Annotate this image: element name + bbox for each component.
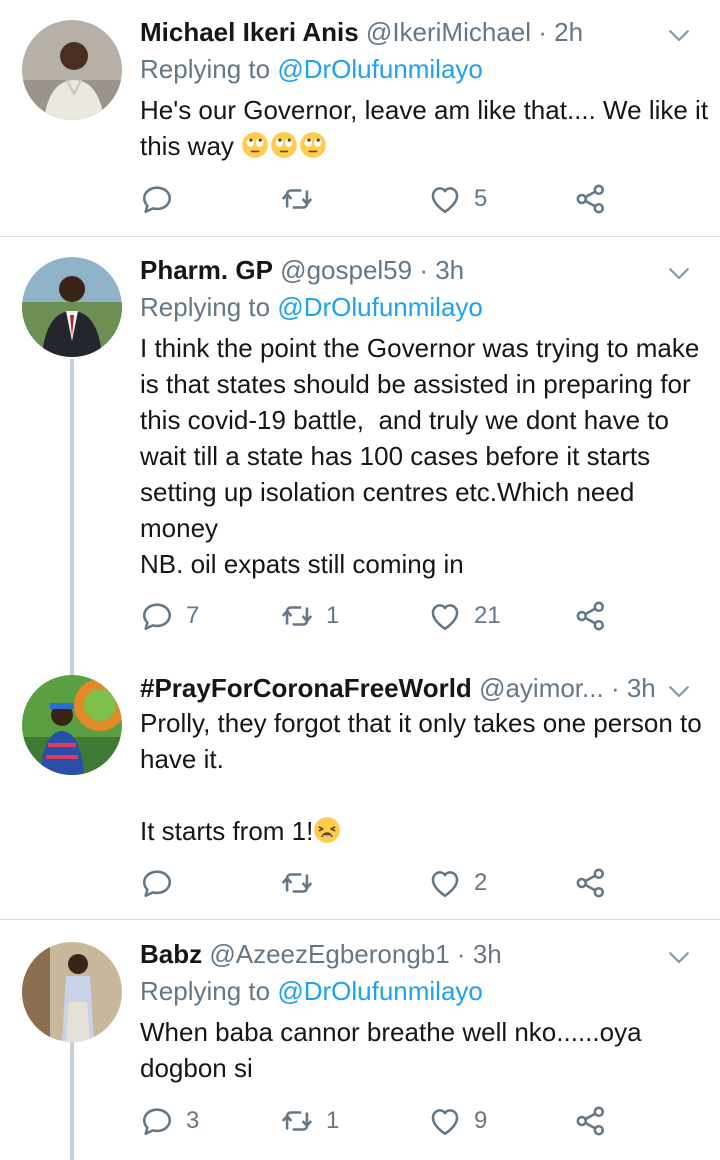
tweet-text: When baba cannor breathe well nko......o… bbox=[140, 1017, 649, 1083]
face-with-rolling-eyes-icon bbox=[241, 131, 269, 159]
chevron-down-icon[interactable] bbox=[664, 20, 694, 50]
tweet[interactable]: Babz @AzeezEgberongb1 · 3h Replying to @… bbox=[0, 920, 720, 1160]
share-icon bbox=[574, 866, 608, 900]
heart-icon bbox=[428, 1104, 462, 1138]
user-handle[interactable]: @AzeezEgberongb1 bbox=[209, 939, 449, 969]
reply-button[interactable]: 7 bbox=[140, 598, 199, 634]
retweet-button[interactable]: 1 bbox=[280, 1103, 339, 1139]
face-with-rolling-eyes-icon bbox=[270, 131, 298, 159]
like-count: 2 bbox=[474, 869, 488, 896]
reply-icon bbox=[140, 1104, 174, 1138]
timestamp[interactable]: 3h bbox=[627, 673, 656, 703]
chevron-down-icon[interactable] bbox=[664, 258, 694, 288]
weary-face-icon bbox=[313, 816, 341, 844]
display-name[interactable]: Babz bbox=[140, 939, 202, 969]
reply-button[interactable] bbox=[140, 865, 186, 901]
tweet[interactable]: Michael Ikeri Anis @IkeriMichael · 2h Re… bbox=[0, 0, 720, 236]
retweet-button[interactable]: 1 bbox=[280, 598, 339, 634]
heart-icon bbox=[428, 599, 462, 633]
separator: · bbox=[449, 939, 473, 969]
reply-count: 3 bbox=[186, 1107, 200, 1134]
share-button[interactable] bbox=[574, 865, 608, 901]
share-button[interactable] bbox=[574, 1103, 608, 1139]
share-button[interactable] bbox=[574, 181, 608, 217]
mention-link[interactable]: @DrOlufunmilayo bbox=[277, 292, 483, 322]
chevron-down-icon[interactable] bbox=[664, 942, 694, 972]
display-name[interactable]: #PrayForCoronaFreeWorld bbox=[140, 673, 472, 703]
heart-icon bbox=[428, 866, 462, 900]
tweet[interactable]: #PrayForCoronaFreeWorld @ayimor... · 3h … bbox=[0, 665, 720, 919]
user-handle[interactable]: @gospel59 bbox=[280, 255, 412, 285]
reply-icon bbox=[140, 866, 174, 900]
retweet-count: 1 bbox=[326, 1107, 340, 1134]
like-count: 9 bbox=[474, 1107, 488, 1134]
like-button[interactable]: 2 bbox=[428, 865, 487, 901]
avatar[interactable] bbox=[22, 257, 122, 357]
separator: · bbox=[603, 673, 627, 703]
retweet-icon bbox=[280, 599, 314, 633]
retweet-count: 1 bbox=[326, 602, 340, 629]
timestamp[interactable]: 3h bbox=[435, 255, 464, 285]
tweet-text: Prolly, they forgot that it only takes o… bbox=[140, 705, 710, 849]
tweet[interactable]: Pharm. GP @gospel59 · 3h Replying to @Dr… bbox=[0, 237, 720, 665]
mention-link[interactable]: @DrOlufunmilayo bbox=[277, 976, 483, 1006]
mention-link[interactable]: @DrOlufunmilayo bbox=[277, 54, 483, 84]
replying-to: Replying to @DrOlufunmilayo bbox=[140, 53, 483, 85]
tweet-actions: 2 bbox=[140, 865, 620, 901]
thread-line bbox=[70, 359, 74, 665]
tweet-text-content: He's our Governor, leave am like that...… bbox=[140, 95, 716, 161]
share-button[interactable] bbox=[574, 598, 608, 634]
replying-to: Replying to @DrOlufunmilayo bbox=[140, 291, 483, 323]
share-icon bbox=[574, 182, 608, 216]
tweet-actions: 7 1 21 bbox=[140, 598, 620, 634]
avatar[interactable] bbox=[22, 20, 122, 120]
reply-count: 7 bbox=[186, 602, 200, 629]
tweet-header: Pharm. GP @gospel59 · 3h bbox=[140, 254, 464, 286]
reply-button[interactable]: 3 bbox=[140, 1103, 199, 1139]
like-count: 21 bbox=[474, 602, 501, 629]
retweet-button[interactable] bbox=[280, 865, 326, 901]
user-handle[interactable]: @ayimor... bbox=[479, 673, 604, 703]
tweet-actions: 5 bbox=[140, 181, 620, 217]
timestamp[interactable]: 3h bbox=[473, 939, 502, 969]
reply-button[interactable] bbox=[140, 181, 186, 217]
heart-icon bbox=[428, 182, 462, 216]
avatar[interactable] bbox=[22, 942, 122, 1042]
thread-line bbox=[70, 665, 74, 675]
share-icon bbox=[574, 599, 608, 633]
chevron-down-icon[interactable] bbox=[664, 676, 694, 706]
display-name[interactable]: Pharm. GP bbox=[140, 255, 273, 285]
like-button[interactable]: 21 bbox=[428, 598, 501, 634]
retweet-icon bbox=[280, 1104, 314, 1138]
tweet-header: Babz @AzeezEgberongb1 · 3h bbox=[140, 938, 502, 970]
separator: · bbox=[412, 255, 436, 285]
user-handle[interactable]: @IkeriMichael bbox=[366, 17, 531, 47]
tweet-text: I think the point the Governor was tryin… bbox=[140, 333, 700, 579]
replying-to-label: Replying to bbox=[140, 54, 278, 84]
tweet-actions: 3 1 9 bbox=[140, 1103, 620, 1139]
reply-icon bbox=[140, 599, 174, 633]
separator: · bbox=[531, 17, 555, 47]
retweet-button[interactable] bbox=[280, 181, 326, 217]
face-with-rolling-eyes-icon bbox=[299, 131, 327, 159]
like-button[interactable]: 5 bbox=[428, 181, 487, 217]
replying-to-label: Replying to bbox=[140, 292, 278, 322]
tweet-text: He's our Governor, leave am like that...… bbox=[140, 92, 710, 164]
share-icon bbox=[574, 1104, 608, 1138]
replying-to-label: Replying to bbox=[140, 976, 278, 1006]
tweet-header: Michael Ikeri Anis @IkeriMichael · 2h bbox=[140, 16, 583, 48]
tweet-header: #PrayForCoronaFreeWorld @ayimor... · 3h bbox=[140, 672, 656, 704]
retweet-icon bbox=[280, 182, 314, 216]
tweet-text-content: Prolly, they forgot that it only takes o… bbox=[140, 708, 702, 846]
replying-to: Replying to @DrOlufunmilayo bbox=[140, 975, 483, 1007]
thread-line bbox=[70, 1042, 74, 1160]
display-name[interactable]: Michael Ikeri Anis bbox=[140, 17, 359, 47]
retweet-icon bbox=[280, 866, 314, 900]
reply-icon bbox=[140, 182, 174, 216]
like-button[interactable]: 9 bbox=[428, 1103, 487, 1139]
avatar[interactable] bbox=[22, 675, 122, 775]
like-count: 5 bbox=[474, 185, 488, 212]
timestamp[interactable]: 2h bbox=[554, 17, 583, 47]
